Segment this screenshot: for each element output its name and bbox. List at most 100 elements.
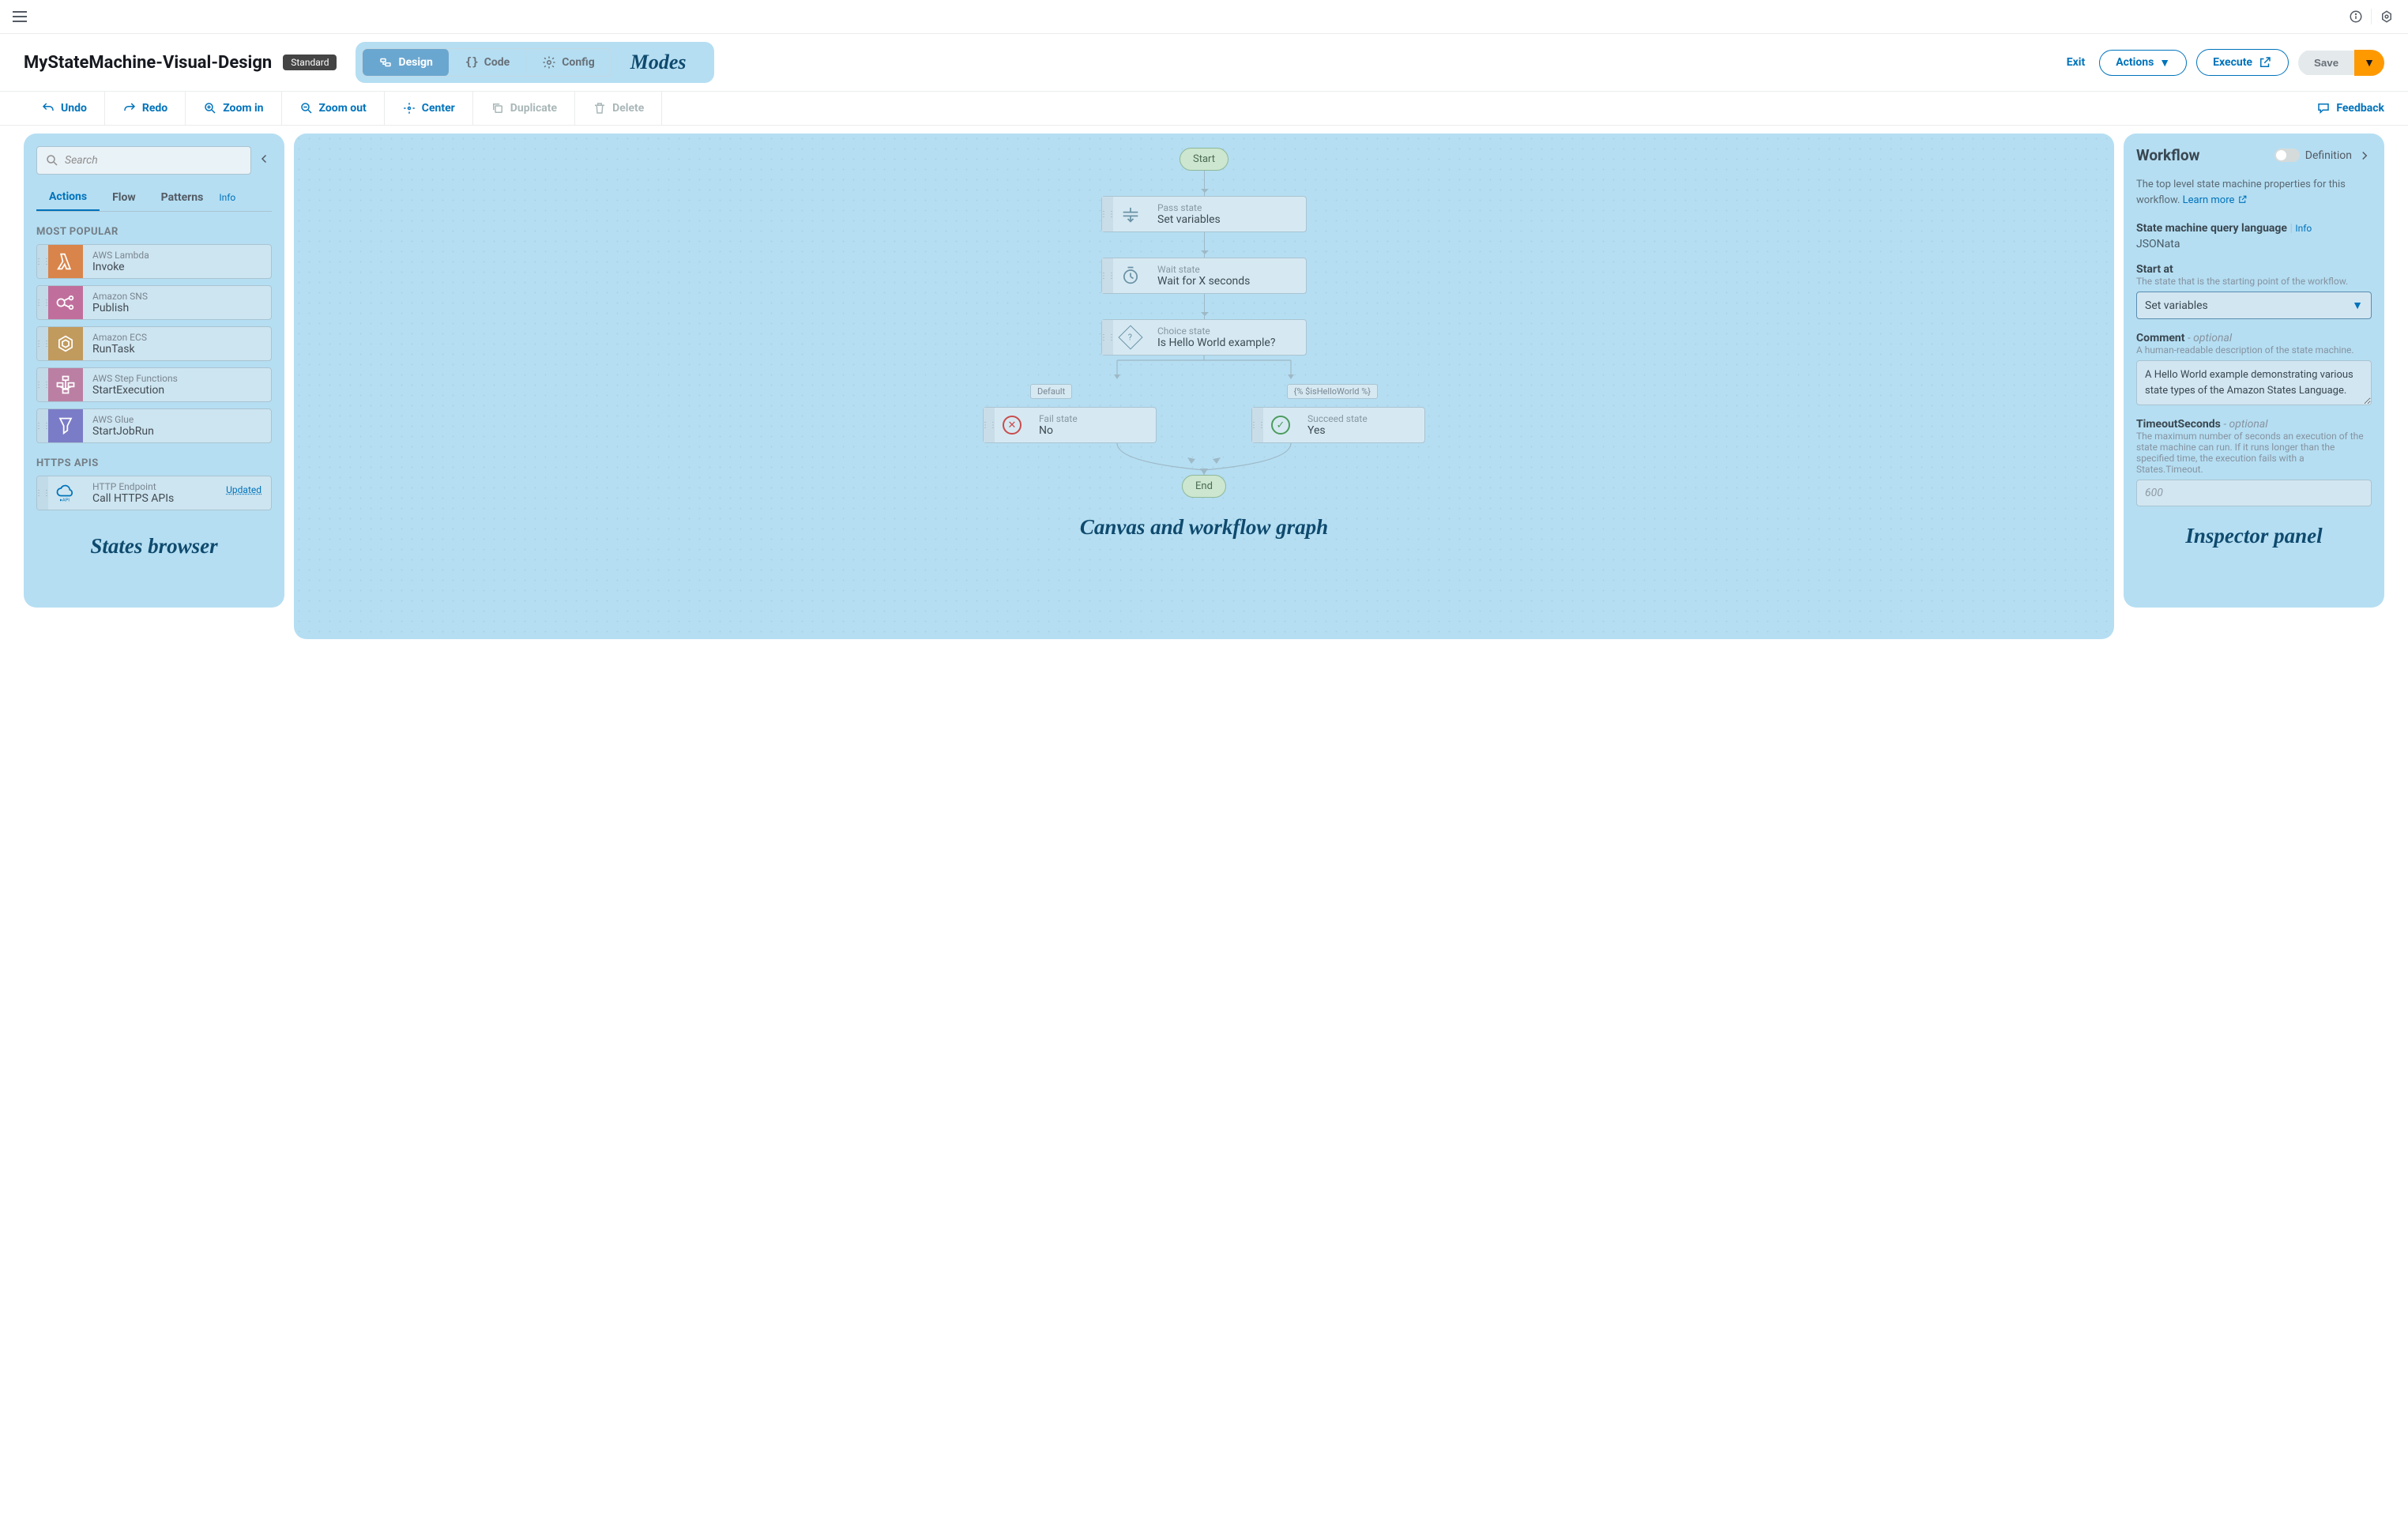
states-browser-annotation: States browser bbox=[36, 517, 272, 559]
grip-icon: ⋮⋮ bbox=[37, 245, 48, 278]
node-wait[interactable]: ⋮⋮ Wait stateWait for X seconds bbox=[1101, 258, 1307, 294]
grip-icon: ⋮⋮ bbox=[37, 409, 48, 442]
lambda-icon bbox=[48, 245, 83, 278]
ql-info-link[interactable]: Info bbox=[2295, 223, 2312, 234]
states-browser-panel: Search Actions Flow Patterns Info MOST P… bbox=[24, 134, 284, 608]
svg-text:▸API: ▸API bbox=[60, 499, 70, 503]
grip-icon: ⋮⋮ bbox=[984, 408, 995, 442]
stepfunctions-icon bbox=[48, 368, 83, 401]
edge-cond[interactable]: {% $isHelloWorld %} bbox=[1287, 384, 1378, 399]
execute-button[interactable]: Execute bbox=[2196, 49, 2289, 76]
inspector-title: Workflow bbox=[2136, 146, 2200, 164]
inspector-annotation: Inspector panel bbox=[2136, 506, 2372, 548]
exit-link[interactable]: Exit bbox=[2067, 56, 2085, 69]
save-caret-button[interactable]: ▼ bbox=[2354, 50, 2384, 76]
field-start-at: Start at The state that is the starting … bbox=[2136, 263, 2372, 319]
definition-toggle[interactable] bbox=[2274, 149, 2300, 162]
ecs-icon bbox=[48, 327, 83, 360]
mode-switcher: Design {} Code Config bbox=[362, 48, 611, 77]
grip-icon: ⋮⋮ bbox=[1102, 320, 1113, 355]
state-ecs-runtask[interactable]: ⋮⋮ Amazon ECSRunTask bbox=[36, 326, 272, 361]
node-choice[interactable]: ⋮⋮ ? Choice stateIs Hello World example? bbox=[1101, 319, 1307, 356]
edge bbox=[1204, 232, 1205, 258]
chevron-right-icon[interactable] bbox=[2357, 149, 2372, 163]
grip-icon: ⋮⋮ bbox=[37, 286, 48, 319]
glue-icon bbox=[48, 409, 83, 442]
state-http-endpoint[interactable]: ⋮⋮ ▸API HTTP EndpointCall HTTPS APIs Upd… bbox=[36, 476, 272, 510]
toggle-label: Definition bbox=[2305, 149, 2352, 162]
sns-icon bbox=[48, 286, 83, 319]
tab-flow[interactable]: Flow bbox=[100, 185, 149, 210]
modes-panel: Design {} Code Config Modes bbox=[356, 42, 714, 83]
inspector-panel: Workflow Definition The top level state … bbox=[2124, 134, 2384, 608]
state-stepfn-start[interactable]: ⋮⋮ AWS Step FunctionsStartExecution bbox=[36, 367, 272, 402]
actions-button[interactable]: Actions ▼ bbox=[2099, 50, 2187, 76]
grip-icon: ⋮⋮ bbox=[37, 368, 48, 401]
mode-config[interactable]: Config bbox=[526, 49, 610, 76]
type-badge: Standard bbox=[283, 55, 337, 70]
info-icon[interactable] bbox=[2347, 8, 2365, 25]
tab-info-link[interactable]: Info bbox=[219, 192, 235, 203]
node-fail[interactable]: ⋮⋮ ✕ Fail stateNo bbox=[983, 407, 1157, 443]
start-at-select[interactable]: Set variables ▼ bbox=[2136, 292, 2372, 319]
settings-gear-icon[interactable] bbox=[2378, 8, 2395, 25]
grip-icon: ⋮⋮ bbox=[37, 476, 48, 510]
choice-icon: ? bbox=[1113, 320, 1148, 355]
section-most-popular: MOST POPULAR bbox=[36, 226, 272, 238]
page-title: MyStateMachine-Visual-Design bbox=[24, 53, 272, 73]
learn-more-link[interactable]: Learn more bbox=[2183, 194, 2248, 206]
delete-button[interactable]: Delete bbox=[575, 92, 662, 125]
tab-actions[interactable]: Actions bbox=[36, 184, 100, 211]
grip-icon: ⋮⋮ bbox=[1252, 408, 1263, 442]
mode-code[interactable]: {} Code bbox=[450, 49, 526, 76]
state-lambda-invoke[interactable]: ⋮⋮ AWS LambdaInvoke bbox=[36, 244, 272, 279]
field-query-language: State machine query language | Info JSON… bbox=[2136, 222, 2372, 250]
braces-icon: {} bbox=[465, 56, 479, 69]
state-glue-startjob[interactable]: ⋮⋮ AWS GlueStartJobRun bbox=[36, 408, 272, 443]
merge-lines bbox=[1030, 443, 1378, 475]
duplicate-button[interactable]: Duplicate bbox=[473, 92, 575, 125]
feedback-button[interactable]: Feedback bbox=[2316, 92, 2384, 125]
inspector-description: The top level state machine properties f… bbox=[2136, 177, 2372, 208]
wait-icon bbox=[1113, 258, 1148, 293]
start-node[interactable]: Start bbox=[1180, 148, 1228, 171]
edge bbox=[1204, 171, 1205, 196]
undo-button[interactable]: Undo bbox=[24, 92, 105, 125]
divider bbox=[2371, 9, 2372, 24]
fail-icon: ✕ bbox=[995, 408, 1029, 442]
comment-textarea[interactable]: A Hello World example demonstrating vari… bbox=[2136, 360, 2372, 405]
tab-patterns[interactable]: Patterns bbox=[149, 185, 216, 210]
pass-icon bbox=[1113, 197, 1148, 231]
grip-icon: ⋮⋮ bbox=[1102, 197, 1113, 231]
branch-labels: Default {% $isHelloWorld %} bbox=[1030, 384, 1378, 399]
field-comment: Comment - optional A human-readable desc… bbox=[2136, 332, 2372, 405]
search-icon bbox=[45, 153, 59, 167]
succeed-icon: ✓ bbox=[1263, 408, 1298, 442]
edge-default[interactable]: Default bbox=[1030, 384, 1072, 399]
redo-button[interactable]: Redo bbox=[105, 92, 186, 125]
section-https-apis: HTTPS APIS bbox=[36, 457, 272, 469]
updated-badge: Updated bbox=[226, 484, 261, 495]
state-sns-publish[interactable]: ⋮⋮ Amazon SNSPublish bbox=[36, 285, 272, 320]
modes-annotation: Modes bbox=[630, 51, 701, 74]
search-input[interactable]: Search bbox=[36, 146, 251, 175]
zoom-in-button[interactable]: Zoom in bbox=[186, 92, 281, 125]
caret-down-icon: ▼ bbox=[2159, 56, 2170, 70]
cloud-api-icon: ▸API bbox=[48, 476, 83, 510]
timeout-input[interactable]: 600 bbox=[2136, 480, 2372, 506]
save-button[interactable]: Save bbox=[2298, 51, 2354, 75]
zoom-out-button[interactable]: Zoom out bbox=[282, 92, 385, 125]
canvas[interactable]: Start ⋮⋮ Pass stateSet variables ⋮⋮ Wait… bbox=[294, 134, 2114, 639]
center-button[interactable]: Center bbox=[385, 92, 473, 125]
mode-design[interactable]: Design bbox=[363, 49, 449, 76]
node-succeed[interactable]: ⋮⋮ ✓ Succeed stateYes bbox=[1251, 407, 1425, 443]
node-pass[interactable]: ⋮⋮ Pass stateSet variables bbox=[1101, 196, 1307, 232]
edge bbox=[1204, 294, 1205, 319]
external-link-icon bbox=[2237, 194, 2248, 205]
grip-icon: ⋮⋮ bbox=[37, 327, 48, 360]
menu-icon[interactable] bbox=[13, 11, 27, 22]
grip-icon: ⋮⋮ bbox=[1102, 258, 1113, 293]
collapse-panel-icon[interactable] bbox=[258, 152, 272, 169]
end-node[interactable]: End bbox=[1182, 475, 1226, 498]
external-link-icon bbox=[2258, 55, 2272, 70]
